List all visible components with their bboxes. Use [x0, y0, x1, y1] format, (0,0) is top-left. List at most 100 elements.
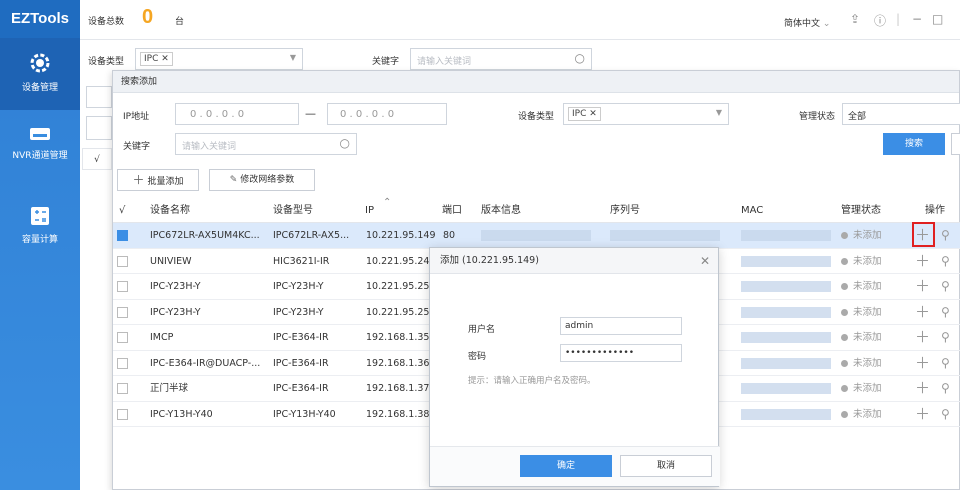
- device-type-select[interactable]: IPC ✕ ▼: [563, 103, 729, 125]
- add-icon[interactable]: ＋: [915, 325, 930, 350]
- add-icon[interactable]: ＋: [915, 351, 930, 376]
- chevron-down-icon: ⌄: [822, 19, 831, 29]
- device-model-cell: HIC3621I-IR: [273, 255, 330, 267]
- language-select[interactable]: 简体中文 ⌄: [784, 16, 830, 29]
- column-header[interactable]: IP: [365, 199, 374, 223]
- ip-end-value: 0 . 0 . 0 . 0: [340, 109, 395, 120]
- keyword-input[interactable]: 请输入关键词 ○: [175, 133, 357, 155]
- nvr-icon: [30, 128, 50, 140]
- key-icon[interactable]: ⚲: [941, 376, 950, 401]
- sidebar-item-nvr-channel[interactable]: NVR通道管理: [0, 126, 80, 186]
- maximize-icon[interactable]: □: [932, 12, 943, 26]
- username-input[interactable]: [560, 317, 682, 335]
- ip-label: IP地址: [123, 112, 150, 122]
- row-checkbox[interactable]: [117, 255, 128, 267]
- device-name-cell: IPC672LR-AX5UM4KC...: [150, 230, 260, 241]
- hint-text: 提示：请输入正确用户名及密码。: [468, 376, 596, 386]
- redacted-mac: [741, 230, 831, 241]
- device-model-cell: IPC-E364-IR: [273, 357, 329, 369]
- redacted-mac: [741, 255, 831, 267]
- minimize-icon[interactable]: −: [912, 12, 922, 26]
- device-type-tag[interactable]: IPC ✕: [140, 52, 173, 66]
- calculator-icon: [31, 207, 49, 225]
- sidebar-item-label: NVR通道管理: [12, 151, 68, 161]
- column-header[interactable]: MAC: [741, 199, 763, 223]
- sort-asc-icon[interactable]: ⌃: [383, 191, 391, 215]
- top-bar: 设备总数 0 台 简体中文 ⌄ ⇪ ⓘ | − □: [80, 0, 960, 40]
- redacted-mac: [741, 357, 831, 369]
- status-label: 未添加: [853, 408, 882, 420]
- chevron-down-icon: ▼: [289, 53, 296, 62]
- column-header[interactable]: 端口: [442, 199, 462, 223]
- search-button[interactable]: 搜索: [883, 133, 945, 155]
- column-header[interactable]: √: [119, 199, 125, 223]
- row-checkbox[interactable]: [117, 408, 128, 420]
- column-header[interactable]: 管理状态: [841, 199, 881, 223]
- keyword-input[interactable]: 请输入关键词 ○: [410, 48, 592, 70]
- upload-icon[interactable]: ⇪: [850, 12, 860, 26]
- search-icon[interactable]: ○: [340, 136, 350, 150]
- key-icon[interactable]: ⚲: [941, 274, 950, 299]
- add-icon[interactable]: ＋: [915, 402, 930, 427]
- key-icon[interactable]: ⚲: [941, 351, 950, 376]
- status-badge: 未添加: [841, 249, 901, 274]
- ok-button[interactable]: 确定: [520, 455, 612, 477]
- add-icon[interactable]: ＋: [915, 376, 930, 401]
- status-badge: 未添加: [841, 376, 901, 401]
- ip-start-input[interactable]: 0 . 0 . 0 . 0: [175, 103, 299, 125]
- device-name-cell: IPC-Y13H-Y40: [150, 408, 213, 420]
- add-icon[interactable]: ＋: [915, 274, 930, 299]
- device-type-tag[interactable]: IPC ✕: [568, 107, 601, 121]
- column-header[interactable]: 版本信息: [481, 199, 521, 223]
- device-name-cell: IPC-E364-IR@DUACP-...: [150, 357, 261, 369]
- help-icon[interactable]: ⓘ: [874, 12, 886, 29]
- ip-end-input[interactable]: 0 . 0 . 0 . 0: [327, 103, 447, 125]
- ip-cell: 192.168.1.35: [366, 332, 430, 343]
- row-checkbox[interactable]: [117, 230, 128, 241]
- sidebar-item-label: 容量计算: [21, 235, 58, 245]
- highlight-box: [912, 222, 935, 247]
- extra-button[interactable]: [951, 133, 960, 155]
- column-header[interactable]: 序列号: [610, 199, 640, 223]
- redacted-serial: [610, 230, 720, 241]
- ip-cell: 192.168.1.38: [366, 408, 430, 420]
- sidebar-item-device-management[interactable]: 设备管理: [0, 38, 80, 110]
- row-checkbox[interactable]: [117, 306, 128, 318]
- close-icon[interactable]: ✕: [700, 254, 710, 268]
- search-icon[interactable]: ○: [575, 51, 585, 65]
- device-model-cell: IPC672LR-AX5...: [273, 230, 350, 241]
- add-icon[interactable]: ＋: [915, 300, 930, 325]
- status-badge: 未添加: [841, 300, 901, 325]
- row-checkbox[interactable]: [117, 383, 128, 394]
- dialog-title: 搜索添加: [113, 71, 959, 93]
- key-icon[interactable]: ⚲: [941, 325, 950, 350]
- sidebar-item-capacity-calc[interactable]: 容量计算: [0, 206, 80, 262]
- table-row[interactable]: IPC672LR-AX5UM4KC... IPC672LR-AX5... 10.22…: [113, 223, 960, 249]
- cancel-button[interactable]: 取消: [620, 455, 712, 477]
- device-type-select[interactable]: IPC ✕ ▼: [135, 48, 303, 70]
- redacted-mac: [741, 306, 831, 318]
- key-icon[interactable]: ⚲: [941, 402, 950, 427]
- status-badge: 未添加: [841, 325, 901, 350]
- gear-icon: [30, 53, 50, 73]
- row-checkbox[interactable]: [117, 332, 128, 343]
- status-label: 未添加: [853, 255, 882, 267]
- add-icon[interactable]: ＋: [915, 249, 930, 274]
- key-icon[interactable]: ⚲: [941, 223, 950, 248]
- redacted-mac: [741, 383, 831, 394]
- status-label: 未添加: [853, 357, 882, 369]
- modify-network-button[interactable]: ✎ 修改网络参数: [209, 169, 315, 191]
- column-header[interactable]: 设备型号: [273, 199, 313, 223]
- row-checkbox[interactable]: [117, 281, 128, 292]
- status-dot-icon: [841, 359, 848, 367]
- password-input[interactable]: [560, 344, 682, 362]
- device-total-unit: 台: [175, 17, 185, 27]
- column-header[interactable]: 设备名称: [150, 199, 190, 223]
- key-icon[interactable]: ⚲: [941, 249, 950, 274]
- manage-status-select[interactable]: 全部: [842, 103, 960, 125]
- row-checkbox[interactable]: [117, 357, 128, 369]
- dialog-footer: 确定 取消: [430, 446, 720, 486]
- dialog-title: 添加 (10.221.95.149): [430, 248, 718, 274]
- key-icon[interactable]: ⚲: [941, 300, 950, 325]
- batch-add-button[interactable]: ＋ 批量添加: [117, 169, 199, 191]
